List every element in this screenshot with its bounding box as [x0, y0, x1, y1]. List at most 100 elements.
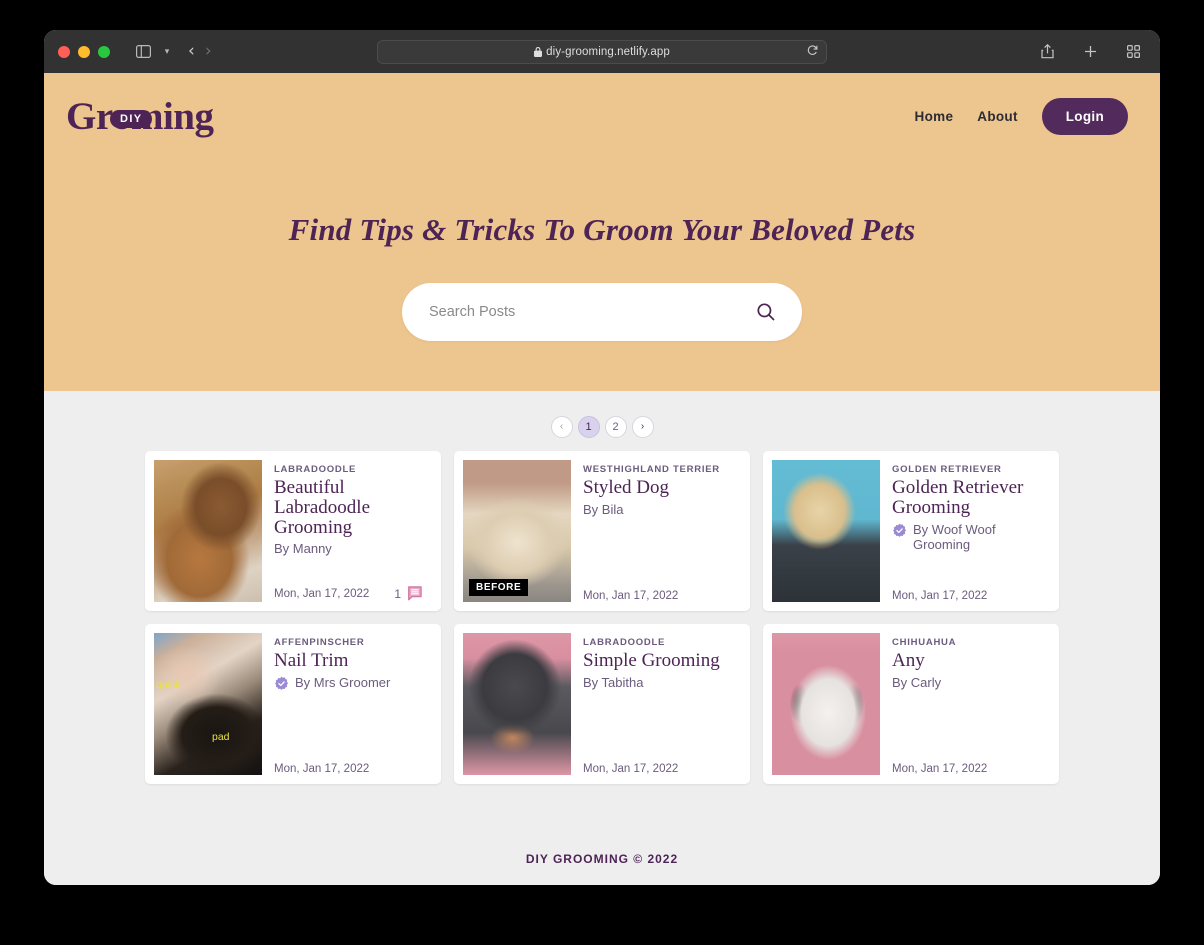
back-arrow-icon[interactable]: ‹	[188, 43, 195, 60]
navigation-arrows: ‹ ›	[188, 43, 212, 60]
post-image	[463, 633, 571, 775]
post-author: By Carly	[892, 674, 942, 690]
search-bar[interactable]	[402, 283, 802, 341]
pagination-next-button[interactable]: ›	[631, 416, 654, 438]
plus-icon[interactable]	[1077, 40, 1103, 64]
post-image	[772, 460, 880, 602]
search-input[interactable]	[429, 304, 756, 320]
post-author: By Mrs Groomer	[295, 674, 391, 690]
post-thumbnail[interactable]: quick pad	[154, 633, 262, 775]
comment-icon[interactable]	[407, 586, 424, 602]
post-image	[154, 633, 262, 775]
post-card-footer: Mon, Jan 17, 2022	[583, 763, 733, 775]
address-bar[interactable]: diy-grooming.netlify.app	[377, 39, 827, 64]
post-title[interactable]: Nail Trim	[274, 651, 424, 671]
post-card-body: CHIHUAHUA Any By Carly Mon, Jan 17, 2022	[880, 633, 1050, 775]
post-category[interactable]: LABRADOODLE	[274, 464, 424, 475]
post-title[interactable]: Beautiful Labradoodle Grooming	[274, 478, 424, 537]
chevron-down-icon[interactable]: ▾	[160, 46, 174, 57]
image-annotation-label: quick	[156, 679, 181, 691]
search-icon[interactable]	[756, 302, 776, 322]
pagination-prev-button[interactable]: ‹	[550, 416, 573, 438]
logo-diy-badge: DIY	[110, 110, 152, 129]
maximize-window-button[interactable]	[98, 45, 110, 58]
post-card-footer: Mon, Jan 17, 2022	[274, 763, 424, 775]
main-nav: Home About Login	[915, 98, 1128, 135]
url-text: diy-grooming.netlify.app	[546, 45, 670, 58]
post-title[interactable]: Styled Dog	[583, 478, 733, 498]
nav-item-about[interactable]: About	[977, 109, 1017, 124]
post-thumbnail[interactable]	[154, 460, 262, 602]
post-thumbnail[interactable]	[772, 633, 880, 775]
post-category[interactable]: LABRADOODLE	[583, 637, 733, 648]
post-grid: LABRADOODLE Beautiful Labradoodle Groomi…	[44, 438, 1160, 784]
post-card-body: WESTHIGHLAND TERRIER Styled Dog By Bila …	[571, 460, 741, 602]
post-author-row: By Woof Woof Grooming	[892, 522, 1042, 554]
page-content: Groming DIY Home About Login Find Tips &…	[44, 73, 1160, 885]
post-category[interactable]: WESTHIGHLAND TERRIER	[583, 464, 733, 475]
before-badge: BEFORE	[469, 579, 529, 596]
lock-icon	[534, 46, 543, 57]
login-button[interactable]: Login	[1041, 98, 1128, 135]
post-card-footer: Mon, Jan 17, 2022	[892, 763, 1042, 775]
post-author-row: By Mrs Groomer	[274, 675, 424, 695]
pagination-page-1[interactable]: 1	[577, 416, 600, 438]
browser-window: ▾ ‹ › diy-grooming.netlify.app Groming D…	[44, 30, 1160, 885]
comment-count-group[interactable]: 1	[394, 586, 424, 602]
pagination-page-2[interactable]: 2	[604, 416, 627, 438]
reload-icon[interactable]	[807, 43, 818, 61]
nav-item-home[interactable]: Home	[915, 109, 954, 124]
image-annotation-label: pad	[212, 731, 230, 743]
forward-arrow-icon[interactable]: ›	[205, 43, 212, 60]
post-title[interactable]: Golden Retriever Grooming	[892, 478, 1042, 518]
minimize-window-button[interactable]	[78, 45, 90, 58]
post-date: Mon, Jan 17, 2022	[892, 590, 988, 602]
post-author-row: By Tabitha	[583, 675, 733, 691]
browser-toolbar: ▾ ‹ › diy-grooming.netlify.app	[44, 30, 1160, 73]
post-category[interactable]: CHIHUAHUA	[892, 637, 1042, 648]
post-date: Mon, Jan 17, 2022	[583, 763, 679, 775]
site-footer: DIY GROOMING © 2022	[525, 852, 679, 866]
window-controls	[58, 45, 110, 58]
post-author-row: By Manny	[274, 541, 424, 557]
post-category[interactable]: AFFENPINSCHER	[274, 637, 424, 648]
sidebar-toggle-icon[interactable]	[130, 40, 156, 64]
post-thumbnail[interactable]	[772, 460, 880, 602]
post-author-row: By Carly	[892, 675, 1042, 691]
tab-overview-icon[interactable]	[1120, 40, 1146, 64]
post-thumbnail[interactable]: BEFORE	[463, 460, 571, 602]
post-date: Mon, Jan 17, 2022	[892, 763, 988, 775]
address-bar-container: diy-grooming.netlify.app	[377, 39, 827, 64]
post-card[interactable]: LABRADOODLE Beautiful Labradoodle Groomi…	[145, 451, 441, 611]
post-date: Mon, Jan 17, 2022	[274, 763, 370, 775]
verified-badge-icon	[892, 523, 907, 542]
post-card-footer: Mon, Jan 17, 2022	[583, 590, 733, 602]
post-card-footer: Mon, Jan 17, 2022	[892, 590, 1042, 602]
post-author: By Manny	[274, 541, 332, 557]
post-image	[772, 633, 880, 775]
post-title[interactable]: Any	[892, 651, 1042, 671]
post-card[interactable]: LABRADOODLE Simple Grooming By Tabitha M…	[454, 624, 750, 784]
post-date: Mon, Jan 17, 2022	[274, 588, 370, 600]
post-card-body: AFFENPINSCHER Nail Trim By Mrs Groomer M…	[262, 633, 432, 775]
post-card[interactable]: CHIHUAHUA Any By Carly Mon, Jan 17, 2022	[763, 624, 1059, 784]
post-thumbnail[interactable]	[463, 633, 571, 775]
post-card[interactable]: BEFORE WESTHIGHLAND TERRIER Styled Dog B…	[454, 451, 750, 611]
close-window-button[interactable]	[58, 45, 70, 58]
share-icon[interactable]	[1034, 40, 1060, 64]
post-card-body: GOLDEN RETRIEVER Golden Retriever Groomi…	[880, 460, 1050, 602]
post-category[interactable]: GOLDEN RETRIEVER	[892, 464, 1042, 475]
post-title[interactable]: Simple Grooming	[583, 651, 733, 671]
post-card[interactable]: GOLDEN RETRIEVER Golden Retriever Groomi…	[763, 451, 1059, 611]
post-author: By Woof Woof Grooming	[913, 521, 996, 553]
hero-section: Groming DIY Home About Login Find Tips &…	[44, 73, 1160, 391]
site-logo[interactable]: Groming DIY	[66, 93, 214, 140]
post-author-row: By Bila	[583, 502, 733, 518]
comment-count: 1	[394, 587, 401, 601]
post-card-body: LABRADOODLE Beautiful Labradoodle Groomi…	[262, 460, 432, 602]
verified-badge-icon	[274, 676, 289, 695]
post-card-body: LABRADOODLE Simple Grooming By Tabitha M…	[571, 633, 741, 775]
toolbar-right-actions	[1034, 40, 1146, 64]
post-card[interactable]: quick pad AFFENPINSCHER Nail Trim By Mrs …	[145, 624, 441, 784]
site-header: Groming DIY Home About Login	[44, 73, 1160, 140]
